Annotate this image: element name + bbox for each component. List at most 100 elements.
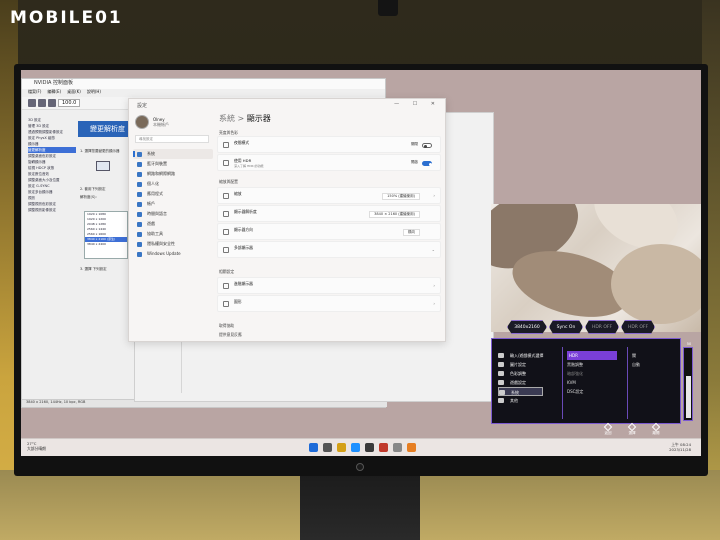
scale-icon bbox=[223, 193, 229, 199]
nav-item[interactable]: 藍牙與裝置 bbox=[133, 159, 213, 169]
osd-submenu-item[interactable]: KVM bbox=[567, 378, 617, 387]
menu-item-desktop[interactable]: 桌面(K) bbox=[67, 89, 81, 97]
nav-icon bbox=[137, 212, 142, 217]
menu-item-file[interactable]: 檔案(F) bbox=[28, 89, 41, 97]
osd-submenu-item[interactable]: 黑階調整 bbox=[567, 360, 617, 369]
resolution-dropdown[interactable]: 3840 × 2160 (建議使用) bbox=[369, 211, 420, 218]
orientation-row[interactable]: 顯示器方向 橫向 bbox=[217, 223, 441, 240]
taskbar-app-icon[interactable] bbox=[407, 443, 416, 452]
osd-option[interactable]: 自動 bbox=[632, 360, 677, 369]
osd-menu-item[interactable]: 其他 bbox=[498, 396, 543, 405]
osd-level-slider[interactable]: 50 bbox=[683, 342, 693, 421]
taskbar-app-icon[interactable] bbox=[393, 443, 402, 452]
nav-item-label: 網路和網際網路 bbox=[147, 171, 175, 176]
scale-label: 縮放 bbox=[234, 191, 242, 196]
osd-button[interactable]: 離開 bbox=[649, 422, 663, 436]
menu-item-edit[interactable]: 編輯(E) bbox=[47, 89, 61, 97]
breadcrumb-parent[interactable]: 系統 bbox=[219, 114, 235, 123]
nav-item-label: 應用程式 bbox=[147, 191, 163, 196]
taskbar-app-icon[interactable] bbox=[309, 443, 318, 452]
osd-buttons: 返回 選擇 離開 bbox=[601, 422, 663, 436]
taskbar-app-icon[interactable] bbox=[365, 443, 374, 452]
multiple-displays-row[interactable]: 多部顯示器 ⌄ bbox=[217, 241, 441, 258]
night-light-state: 關閉 bbox=[411, 142, 418, 146]
nav-item[interactable]: 應用程式 bbox=[133, 189, 213, 199]
nav-item[interactable]: 系統 bbox=[133, 149, 213, 159]
nav-item-label: 隱私權與安全性 bbox=[147, 241, 175, 246]
osd-button-label: 離開 bbox=[652, 431, 660, 435]
resolution-row[interactable]: 顯示器解析度 3840 × 2160 (建議使用) bbox=[217, 205, 441, 222]
home-icon[interactable] bbox=[48, 99, 56, 107]
osd-button[interactable]: 返回 bbox=[601, 422, 615, 436]
osd-slider-fill bbox=[686, 376, 691, 418]
chevron-right-icon: › bbox=[433, 283, 435, 288]
chevron-down-icon: ⌄ bbox=[431, 247, 435, 252]
nav-item[interactable]: 個人化 bbox=[133, 179, 213, 189]
power-button-icon[interactable] bbox=[356, 463, 364, 471]
osd-menu-item[interactable]: 色彩調整 bbox=[498, 369, 543, 378]
osd-button-label: 返回 bbox=[604, 431, 612, 435]
clock[interactable]: 上午 08:24 2023/11/28 bbox=[669, 442, 691, 452]
tree-item[interactable]: 調整視訊影像設定 bbox=[28, 207, 76, 213]
nav-item[interactable]: 時間與語言 bbox=[133, 209, 213, 219]
monitor-camera-clip bbox=[378, 0, 398, 16]
feedback-link[interactable]: 提供意見反應 bbox=[219, 332, 242, 338]
osd-option[interactable]: 關 bbox=[632, 351, 677, 360]
search-input[interactable]: 尋找設定 bbox=[135, 135, 209, 143]
osd-menu-label: 遊戲設定 bbox=[510, 380, 526, 385]
graphics-icon bbox=[223, 301, 229, 307]
night-light-row[interactable]: 夜間模式 關閉 bbox=[217, 136, 441, 153]
taskbar-app-icon[interactable] bbox=[323, 443, 332, 452]
graphics-row[interactable]: 圖形 › bbox=[217, 295, 441, 312]
back-icon[interactable] bbox=[28, 99, 36, 107]
display-icon[interactable] bbox=[96, 161, 110, 171]
menu-item-help[interactable]: 說明(H) bbox=[87, 89, 101, 97]
osd-menu-item[interactable]: 輸入/遊戲模式選擇 bbox=[498, 351, 543, 360]
sun-icon bbox=[223, 142, 229, 148]
night-light-toggle[interactable] bbox=[422, 143, 432, 148]
osd-menu-item[interactable]: 系統 bbox=[498, 387, 544, 396]
resolution-list[interactable]: 1920 x 1080 1920 x 1200 2048 x 1280 2560 x … bbox=[84, 211, 128, 259]
osd-submenu-item[interactable]: DSC設定 bbox=[567, 387, 617, 396]
osd-menu: 輸入/遊戲模式選擇 圖片設定 色彩調整遊戲設定系統 其他 bbox=[498, 351, 544, 405]
nav-item-label: 時間與語言 bbox=[147, 211, 167, 216]
weather-widget[interactable]: 27°C 大部分晴朗 bbox=[27, 441, 46, 451]
osd-menu-icon bbox=[499, 390, 505, 395]
get-help-link[interactable]: 取得協助 bbox=[219, 323, 234, 329]
nav-item-label: 系統 bbox=[147, 151, 155, 156]
osd-menu-item[interactable]: 圖片設定 bbox=[498, 360, 543, 369]
resolution-icon bbox=[223, 211, 229, 217]
osd-submenu-item[interactable]: 暗部強化 bbox=[567, 369, 617, 378]
nav-item[interactable]: 帳戶 bbox=[133, 199, 213, 209]
orientation-icon bbox=[223, 229, 229, 235]
resolution-label: 顯示器解析度 bbox=[234, 209, 257, 214]
orientation-dropdown[interactable]: 橫向 bbox=[403, 229, 420, 236]
hdr-row[interactable]: 使用 HDR 深入了解 HDR 的功能 開啟 bbox=[217, 154, 441, 171]
advanced-display-row[interactable]: 進階顯示器 › bbox=[217, 277, 441, 294]
nav-item[interactable]: 隱私權與安全性 bbox=[133, 239, 213, 249]
taskbar-app-icon[interactable] bbox=[337, 443, 346, 452]
forward-icon[interactable] bbox=[38, 99, 46, 107]
nav-icon bbox=[137, 242, 142, 247]
nav-icon bbox=[137, 252, 142, 257]
hdr-sub-link[interactable]: 深入了解 HDR 的功能 bbox=[234, 164, 264, 168]
resolution-option[interactable]: 3840 x 2400 bbox=[85, 242, 127, 247]
user-card[interactable]: Olney 本機帳戶 bbox=[135, 115, 169, 129]
nav-item[interactable]: 網路和網際網路 bbox=[133, 169, 213, 179]
scale-dropdown[interactable]: 150% (建議使用) bbox=[382, 193, 420, 200]
nav-item[interactable]: 遊戲 bbox=[133, 219, 213, 229]
osd-submenu: HDR 黑階調整 暗部強化 KVM DSC設定 bbox=[567, 351, 617, 396]
nav-item[interactable]: 協助工具 bbox=[133, 229, 213, 239]
window-controls[interactable]: — ☐ ✕ bbox=[394, 101, 441, 107]
osd-button[interactable]: 選擇 bbox=[625, 422, 639, 436]
osd-divider bbox=[562, 347, 563, 419]
osd-submenu-item[interactable]: HDR bbox=[567, 351, 617, 360]
taskbar-app-icon[interactable] bbox=[379, 443, 388, 452]
zoom-field[interactable]: 100.0 bbox=[58, 99, 81, 107]
avatar bbox=[135, 115, 149, 129]
taskbar-app-icon[interactable] bbox=[351, 443, 360, 452]
scale-row[interactable]: 縮放 150% (建議使用) › bbox=[217, 187, 441, 204]
nav-item[interactable]: Windows Update bbox=[133, 249, 213, 259]
osd-menu-item[interactable]: 遊戲設定 bbox=[498, 378, 543, 387]
hdr-toggle[interactable] bbox=[422, 161, 432, 166]
